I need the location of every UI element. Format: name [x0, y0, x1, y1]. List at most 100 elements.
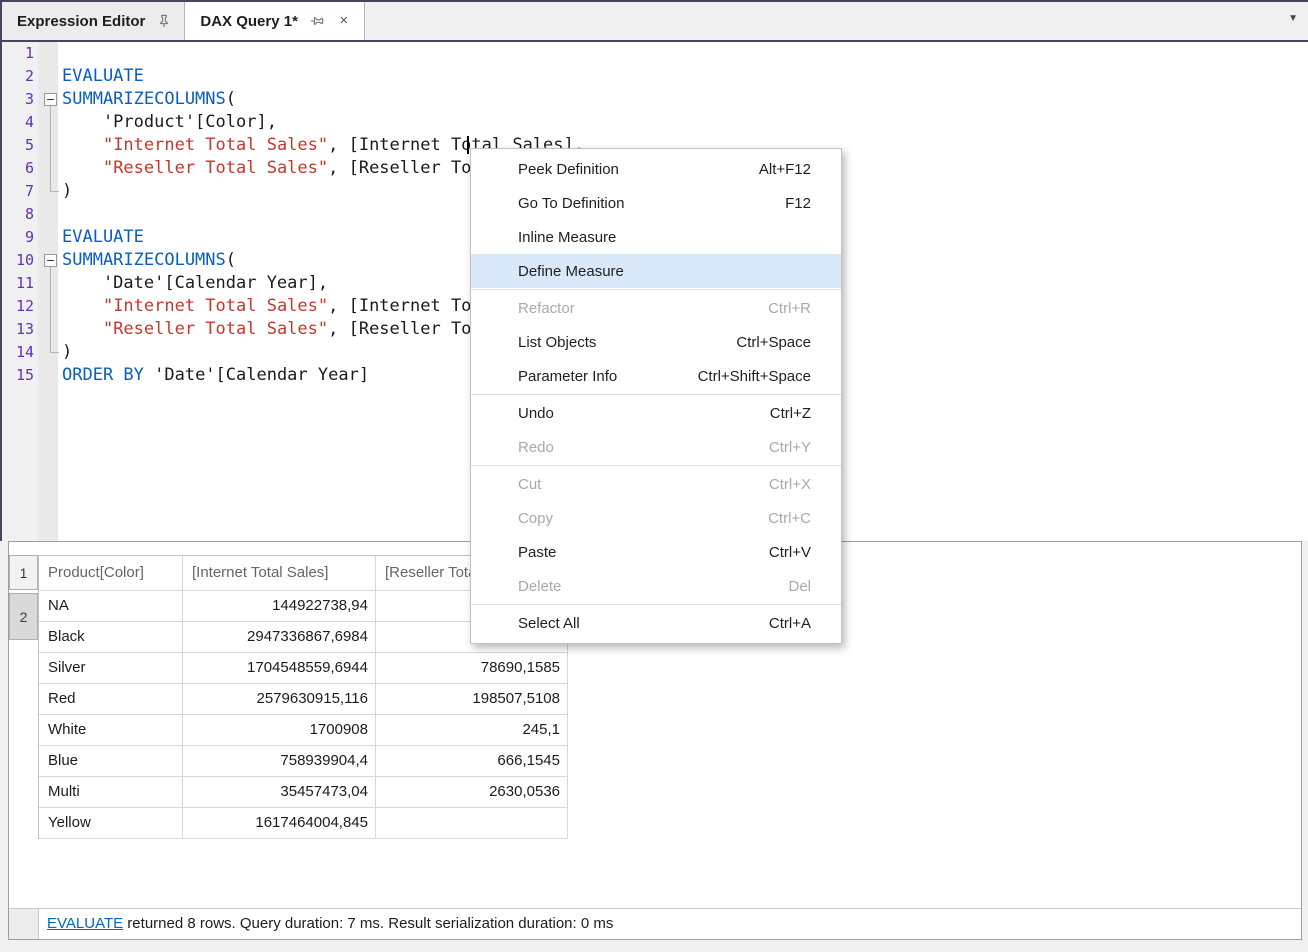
status-message: returned 8 rows. Query duration: 7 ms. R… [123, 915, 613, 932]
column-header-product-color[interactable]: Product[Color] [39, 556, 183, 591]
menu-item-label: Copy [518, 510, 553, 527]
table-row: Multi35457473,042630,0536 [39, 777, 568, 808]
table-row: Blue758939904,4666,1545 [39, 746, 568, 777]
cell-value[interactable]: 1617464004,845 [183, 808, 376, 839]
cell-color[interactable]: Black [39, 622, 183, 653]
menu-item-shortcut: Ctrl+V [769, 544, 811, 561]
table-row: Yellow1617464004,845 [39, 808, 568, 839]
table-row: White1700908245,1 [39, 715, 568, 746]
menu-item-select-all[interactable]: Select AllCtrl+A [471, 606, 841, 640]
table-row: Silver1704548559,694478690,1585 [39, 653, 568, 684]
pin-icon[interactable] [156, 13, 172, 29]
cell-value[interactable]: 1700908 [183, 715, 376, 746]
menu-item-undo[interactable]: UndoCtrl+Z [471, 396, 841, 430]
menu-item-shortcut: Ctrl+X [769, 476, 811, 493]
line-number: 8 [2, 203, 34, 226]
menu-item-label: Cut [518, 476, 541, 493]
cell-value[interactable]: 35457473,04 [183, 777, 376, 808]
cell-value[interactable]: 1704548559,6944 [183, 653, 376, 684]
cell-value[interactable]: 245,1 [376, 715, 568, 746]
close-icon[interactable]: × [336, 13, 352, 29]
fold-collapse-icon[interactable] [44, 254, 57, 267]
menu-separator [471, 604, 841, 605]
tab-dax-query-1[interactable]: DAX Query 1*× [185, 2, 365, 40]
cell-color[interactable]: Blue [39, 746, 183, 777]
menu-item-inline-measure[interactable]: Inline Measure [471, 220, 841, 254]
menu-item-label: Delete [518, 578, 561, 595]
menu-item-label: List Objects [518, 334, 596, 351]
cell-color[interactable]: Multi [39, 777, 183, 808]
pin-icon[interactable] [309, 13, 325, 29]
menu-item-go-to-definition[interactable]: Go To DefinitionF12 [471, 186, 841, 220]
menu-item-shortcut: Ctrl+Shift+Space [698, 368, 811, 385]
cell-color[interactable]: Red [39, 684, 183, 715]
document-dropdown-icon[interactable]: ▼ [1288, 13, 1298, 24]
menu-item-label: Inline Measure [518, 229, 616, 246]
code-text[interactable]: SUMMARIZECOLUMNS( [62, 88, 236, 111]
line-number: 13 [2, 318, 34, 341]
menu-item-label: Go To Definition [518, 195, 624, 212]
code-text[interactable]: EVALUATE [62, 65, 144, 88]
menu-item-label: Parameter Info [518, 368, 617, 385]
cell-value[interactable]: 2579630915,116 [183, 684, 376, 715]
cell-value[interactable] [376, 808, 568, 839]
code-text[interactable]: ) [62, 341, 72, 364]
menu-item-shortcut: Ctrl+R [768, 300, 811, 317]
context-menu: Peek Definition Alt+F12 Go To DefinitionF1… [470, 148, 842, 644]
cell-value[interactable]: 144922738,94 [183, 591, 376, 622]
menu-item-define-measure[interactable]: Define Measure [471, 254, 841, 288]
code-line-3: 3 SUMMARIZECOLUMNS( [2, 88, 1308, 111]
code-text[interactable]: 'Date'[Calendar Year], [62, 272, 328, 295]
cell-color[interactable]: White [39, 715, 183, 746]
result-index-2[interactable]: 2 [9, 593, 38, 640]
status-gutter [9, 909, 39, 939]
cell-value[interactable]: 666,1545 [376, 746, 568, 777]
cell-value[interactable]: 78690,1585 [376, 653, 568, 684]
code-line-4: 4 'Product'[Color], [2, 111, 1308, 134]
line-number: 3 [2, 88, 34, 111]
code-text[interactable]: EVALUATE [62, 226, 144, 249]
cell-color[interactable]: Silver [39, 653, 183, 684]
menu-item-label: Define Measure [518, 263, 624, 280]
cell-value[interactable]: 198507,5108 [376, 684, 568, 715]
table-row: Red2579630915,116198507,5108 [39, 684, 568, 715]
menu-item-parameter-info[interactable]: Parameter Info Ctrl+Shift+Space [471, 359, 841, 393]
code-text[interactable]: 'Product'[Color], [62, 111, 277, 134]
menu-item-shortcut: Ctrl+A [769, 615, 811, 632]
menu-item-label: Paste [518, 544, 556, 561]
code-text[interactable]: ) [62, 180, 72, 203]
line-number: 10 [2, 249, 34, 272]
cell-color[interactable]: Yellow [39, 808, 183, 839]
status-bar: EVALUATE returned 8 rows. Query duration… [47, 909, 613, 939]
window-left-border [0, 0, 2, 541]
menu-item-shortcut: Ctrl+Z [770, 405, 811, 422]
menu-item-copy: Copy Ctrl+C [471, 501, 841, 535]
column-header-internet-total-sales[interactable]: [Internet Total Sales] [183, 556, 376, 591]
menu-item-peek-definition[interactable]: Peek Definition Alt+F12 [471, 152, 841, 186]
fold-collapse-icon[interactable] [44, 93, 57, 106]
evaluate-link[interactable]: EVALUATE [47, 915, 123, 932]
text-caret [467, 136, 469, 154]
line-number: 15 [2, 364, 34, 387]
code-text[interactable]: SUMMARIZECOLUMNS( [62, 249, 236, 272]
line-number: 12 [2, 295, 34, 318]
line-number: 5 [2, 134, 34, 157]
menu-item-label: Refactor [518, 300, 575, 317]
cell-color[interactable]: NA [39, 591, 183, 622]
menu-separator [471, 465, 841, 466]
menu-item-shortcut: Alt+F12 [759, 161, 811, 178]
cell-value[interactable]: 2630,0536 [376, 777, 568, 808]
result-index-1[interactable]: 1 [9, 555, 38, 590]
menu-item-delete: DeleteDel [471, 569, 841, 603]
tab-expression-editor[interactable]: Expression Editor [2, 2, 185, 40]
tab-strip: Expression EditorDAX Query 1*× [2, 2, 1308, 40]
line-number: 2 [2, 65, 34, 88]
menu-item-paste[interactable]: Paste Ctrl+V [471, 535, 841, 569]
menu-item-cut: Cut Ctrl+X [471, 467, 841, 501]
menu-item-list-objects[interactable]: List ObjectsCtrl+Space [471, 325, 841, 359]
cell-value[interactable]: 2947336867,6984 [183, 622, 376, 653]
menu-item-shortcut: Ctrl+C [768, 510, 811, 527]
code-text[interactable]: ORDER BY 'Date'[Calendar Year] [62, 364, 369, 387]
menu-item-label: Peek Definition [518, 161, 619, 178]
cell-value[interactable]: 758939904,4 [183, 746, 376, 777]
